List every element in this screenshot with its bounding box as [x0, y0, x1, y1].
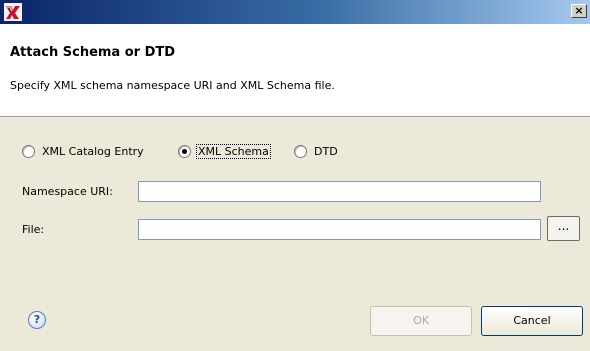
page-title: Attach Schema or DTD: [10, 45, 176, 60]
namespace-uri-label: Namespace URI:: [22, 185, 113, 198]
namespace-uri-input[interactable]: [138, 181, 541, 202]
radio-label-xml-schema: XML Schema: [196, 143, 271, 159]
radio-label-dtd: DTD: [314, 144, 338, 158]
cancel-button[interactable]: Cancel: [481, 306, 583, 336]
file-input[interactable]: [138, 219, 541, 240]
radio-button-xml-catalog-entry[interactable]: [22, 144, 35, 158]
radio-button-dtd[interactable]: [294, 144, 307, 158]
page-description: Specify XML schema namespace URI and XML…: [10, 79, 335, 92]
title-bar: ×: [0, 0, 590, 24]
radio-dtd[interactable]: DTD: [294, 142, 339, 160]
help-icon[interactable]: ?: [28, 311, 46, 329]
dialog-header: Attach Schema or DTD Specify XML schema …: [0, 24, 590, 117]
radio-xml-catalog-entry[interactable]: XML Catalog Entry: [22, 142, 145, 160]
schema-attach-icon: [4, 3, 22, 21]
radio-label-xml-catalog-entry: XML Catalog Entry: [42, 144, 144, 158]
attach-schema-dialog: × Attach Schema or DTD Specify XML schem…: [0, 0, 590, 351]
browse-button[interactable]: ...: [547, 216, 580, 241]
close-button[interactable]: ×: [571, 4, 587, 18]
ok-button[interactable]: OK: [370, 306, 472, 336]
radio-xml-schema[interactable]: XML Schema: [178, 142, 271, 160]
radio-button-xml-schema[interactable]: [178, 144, 191, 158]
file-label: File:: [22, 223, 45, 236]
